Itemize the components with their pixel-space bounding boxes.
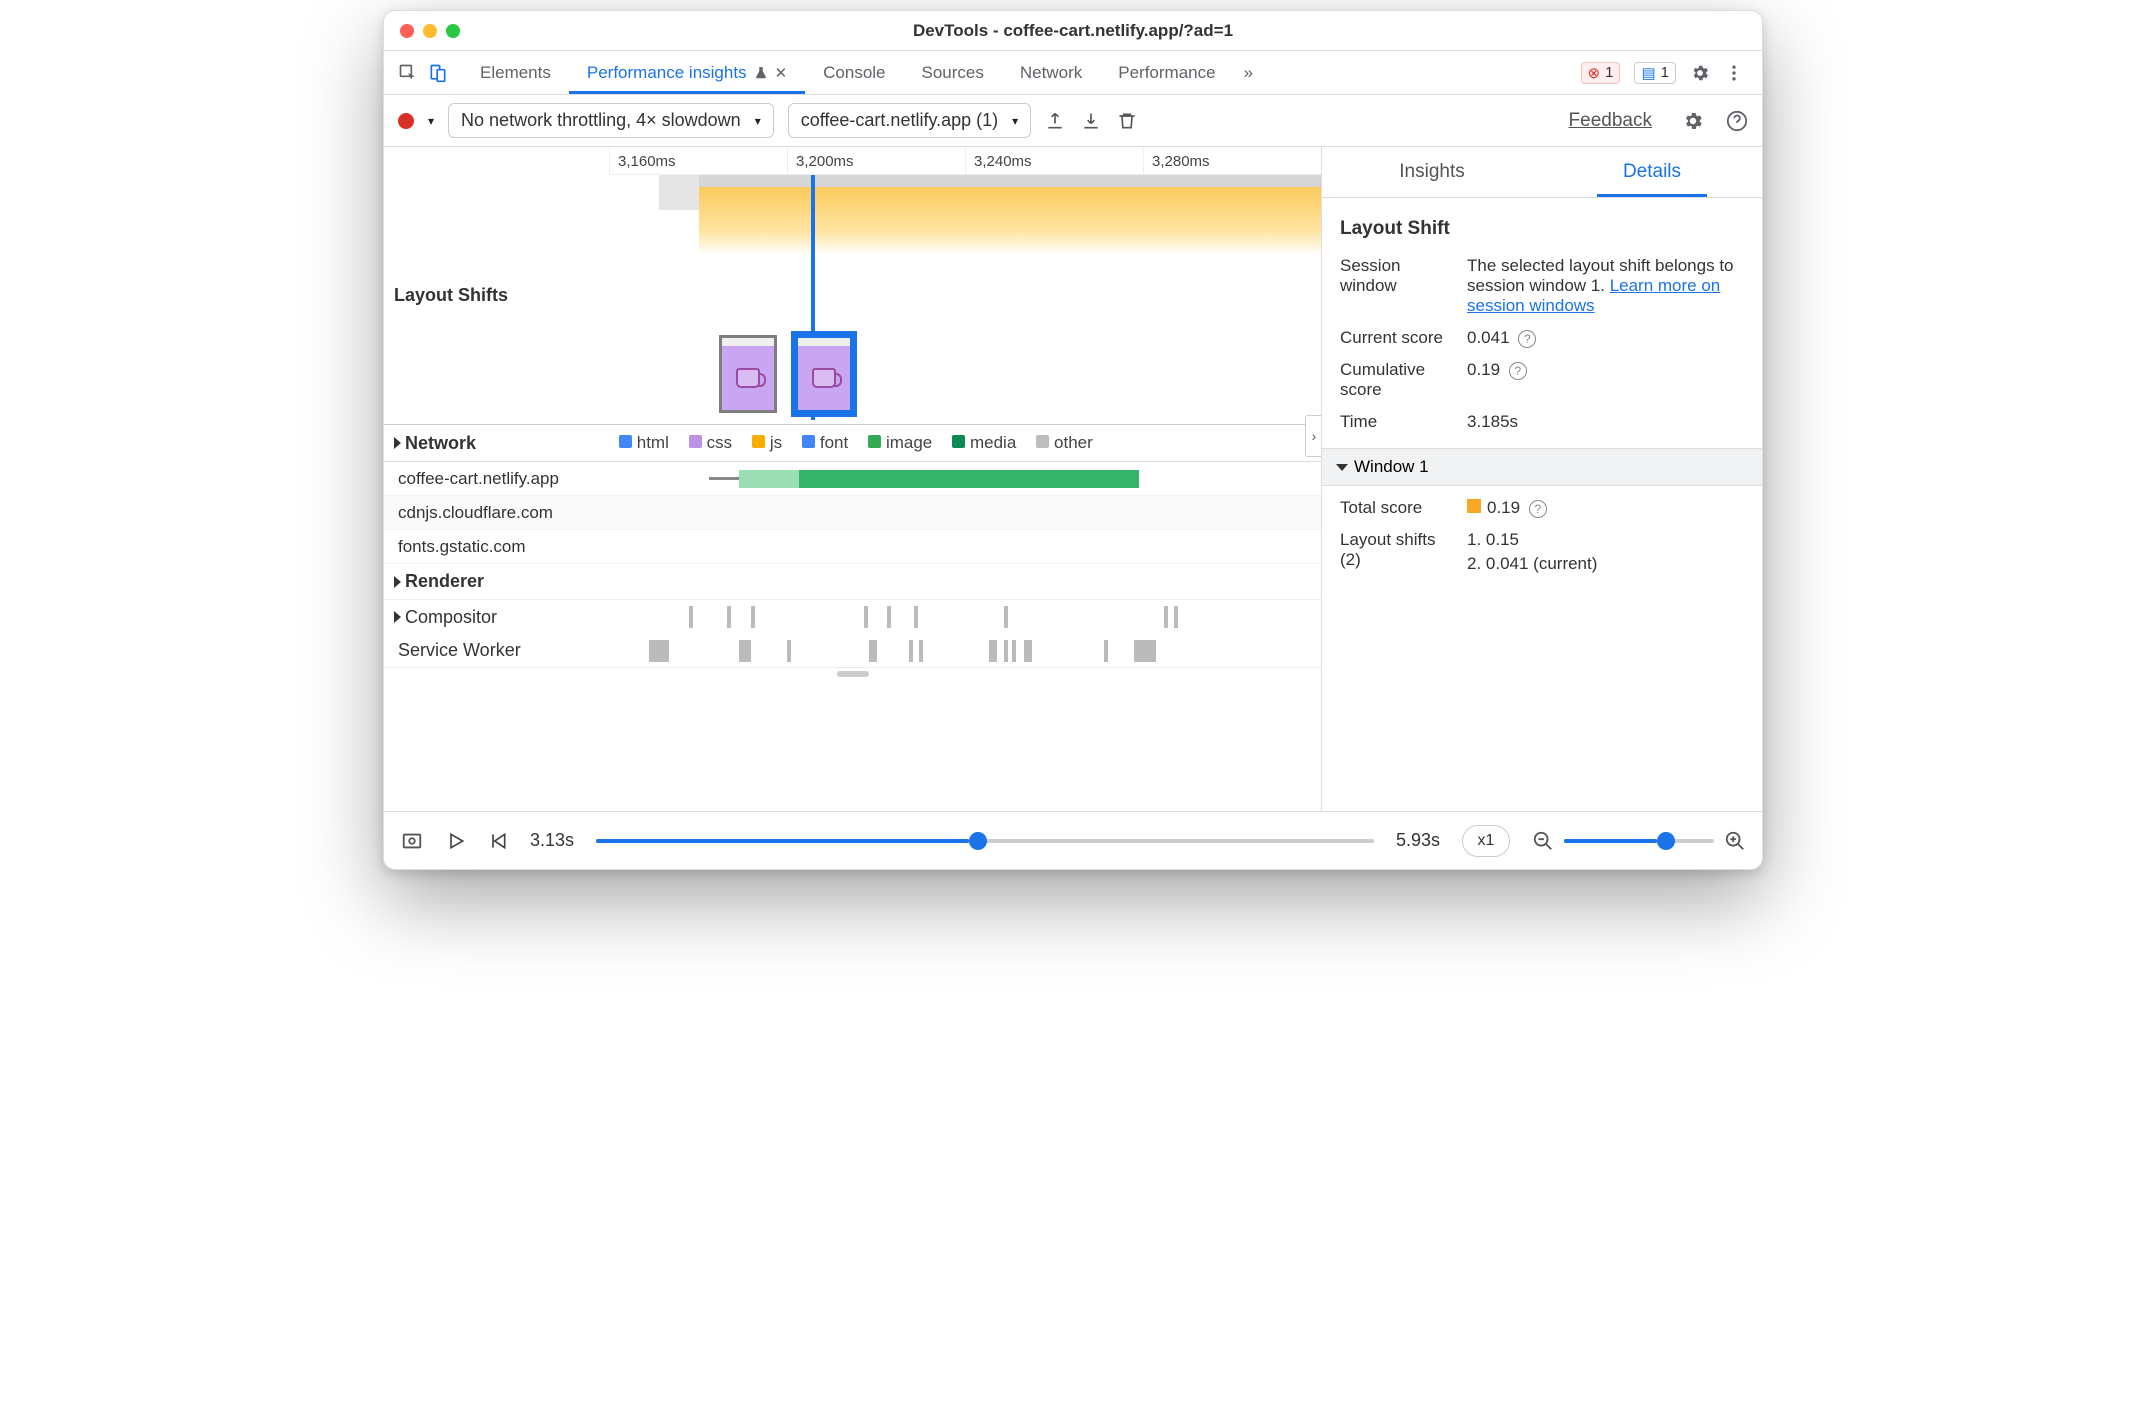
settings-icon[interactable] (1690, 63, 1710, 83)
network-section: Network html css js font image media oth… (384, 425, 1321, 564)
current-score-key: Current score (1340, 328, 1455, 348)
window-title: DevTools - coffee-cart.netlify.app/?ad=1 (384, 21, 1762, 41)
play-button[interactable] (446, 831, 466, 851)
renderer-header[interactable]: Renderer (384, 564, 1321, 600)
tabs-container: Elements Performance insights ✕ Console … (462, 51, 1571, 94)
devtools-window: DevTools - coffee-cart.netlify.app/?ad=1… (383, 10, 1763, 870)
controls-bar: ▾ No network throttling, 4× slowdown▾ co… (384, 95, 1762, 147)
layout-shifts-section: Layout Shifts (384, 175, 1321, 425)
ruler-tick: 3,240ms (965, 147, 1143, 174)
tab-console[interactable]: Console (805, 51, 903, 94)
tab-performance-insights[interactable]: Performance insights ✕ (569, 51, 805, 94)
zoom-in-icon[interactable] (1724, 830, 1746, 852)
help-icon[interactable] (1726, 110, 1748, 132)
sidepanel-expand-icon[interactable]: › (1305, 415, 1322, 457)
layout-shift-item[interactable]: 1. 0.15 (1467, 530, 1744, 550)
chevron-right-icon (394, 437, 401, 449)
zoom-out-icon[interactable] (1532, 830, 1554, 852)
cumulative-score-key: Cumulative score (1340, 360, 1455, 400)
network-row[interactable]: fonts.gstatic.com (384, 530, 1321, 564)
chevron-right-icon (394, 576, 401, 588)
layout-shift-thumbnail-selected[interactable] (795, 335, 853, 413)
tab-sources[interactable]: Sources (904, 51, 1002, 94)
network-header[interactable]: Network (384, 425, 609, 461)
help-icon[interactable]: ? (1518, 330, 1536, 348)
close-icon[interactable] (400, 24, 414, 38)
chevron-down-icon (1336, 464, 1348, 471)
details-body: Layout Shift Session window The selected… (1322, 198, 1762, 448)
left-panel: › 3,160ms 3,200ms 3,240ms 3,280ms Layout… (384, 147, 1322, 811)
tab-network[interactable]: Network (1002, 51, 1100, 94)
total-score-value: 0.19 ? (1467, 498, 1744, 518)
tab-details[interactable]: Details (1542, 147, 1762, 197)
ruler-tick: 3,160ms (609, 147, 787, 174)
cumulative-score-value: 0.19 ? (1467, 360, 1744, 400)
tab-insights[interactable]: Insights (1322, 147, 1542, 197)
minimize-icon[interactable] (423, 24, 437, 38)
current-score-value: 0.041 ? (1467, 328, 1744, 348)
timeline-end-time: 5.93s (1396, 830, 1440, 851)
kebab-menu-icon[interactable] (1724, 63, 1744, 83)
layout-shifts-label: Layout Shifts (384, 175, 609, 424)
export-icon[interactable] (1045, 111, 1065, 131)
help-icon[interactable]: ? (1529, 500, 1547, 518)
ruler-tick: 3,280ms (1143, 147, 1321, 174)
window-header[interactable]: Window 1 (1322, 448, 1762, 486)
speed-pill[interactable]: x1 (1462, 825, 1510, 857)
total-score-key: Total score (1340, 498, 1455, 518)
bottombar: 3.13s 5.93s x1 (384, 811, 1762, 869)
gear-icon[interactable] (1682, 110, 1704, 132)
feedback-link[interactable]: Feedback (1569, 110, 1652, 132)
layout-shifts-list: 1. 0.15 2. 0.041 (current) (1467, 530, 1744, 574)
timeline-start-time: 3.13s (530, 830, 574, 851)
flask-icon (754, 66, 768, 80)
close-tab-icon[interactable]: ✕ (775, 64, 788, 82)
record-button[interactable] (398, 113, 414, 129)
help-icon[interactable]: ? (1509, 362, 1527, 380)
session-window-value: The selected layout shift belongs to ses… (1467, 256, 1744, 316)
main-area: › 3,160ms 3,200ms 3,240ms 3,280ms Layout… (384, 147, 1762, 811)
traffic-lights (400, 24, 460, 38)
device-toolbar-icon[interactable] (428, 63, 448, 83)
details-title: Layout Shift (1340, 208, 1744, 250)
layout-shifts-track[interactable] (609, 175, 1321, 424)
titlebar: DevTools - coffee-cart.netlify.app/?ad=1 (384, 11, 1762, 51)
messages-badge[interactable]: ▤1 (1634, 62, 1676, 84)
service-worker-row[interactable]: Service Worker (384, 634, 1321, 668)
chevron-right-icon (394, 611, 401, 623)
errors-badge[interactable]: ⊗1 (1581, 62, 1621, 84)
throttling-select[interactable]: No network throttling, 4× slowdown▾ (448, 103, 774, 138)
import-icon[interactable] (1081, 111, 1101, 131)
main-tabstrip: Elements Performance insights ✕ Console … (384, 51, 1762, 95)
more-tabs-icon[interactable]: » (1234, 51, 1263, 94)
network-legend: html css js font image media other (609, 425, 1103, 461)
time-value: 3.185s (1467, 412, 1744, 432)
inspect-icon[interactable] (398, 63, 418, 83)
compositor-row[interactable]: Compositor (384, 600, 1321, 634)
maximize-icon[interactable] (446, 24, 460, 38)
time-key: Time (1340, 412, 1455, 432)
zoom-slider[interactable] (1564, 831, 1714, 851)
session-window-key: Session window (1340, 256, 1455, 316)
skip-back-button[interactable] (488, 831, 508, 851)
network-row[interactable]: cdnjs.cloudflare.com (384, 496, 1321, 530)
preview-icon[interactable] (400, 830, 424, 852)
layout-shift-thumbnail[interactable] (719, 335, 777, 413)
layout-shifts-key: Layout shifts (2) (1340, 530, 1455, 574)
details-tabs: Insights Details (1322, 147, 1762, 198)
right-panel: Insights Details Layout Shift Session wi… (1322, 147, 1762, 811)
recording-select[interactable]: coffee-cart.netlify.app (1)▾ (788, 103, 1031, 138)
network-row[interactable]: coffee-cart.netlify.app (384, 462, 1321, 496)
tab-elements[interactable]: Elements (462, 51, 569, 94)
timeline-slider[interactable] (596, 831, 1374, 851)
tab-performance[interactable]: Performance (1100, 51, 1233, 94)
layout-shift-item[interactable]: 2. 0.041 (current) (1467, 554, 1744, 574)
time-ruler: 3,160ms 3,200ms 3,240ms 3,280ms (609, 147, 1321, 175)
delete-icon[interactable] (1117, 111, 1137, 131)
record-menu-caret[interactable]: ▾ (428, 114, 434, 128)
ruler-tick: 3,200ms (787, 147, 965, 174)
resizer-handle[interactable] (837, 671, 869, 677)
